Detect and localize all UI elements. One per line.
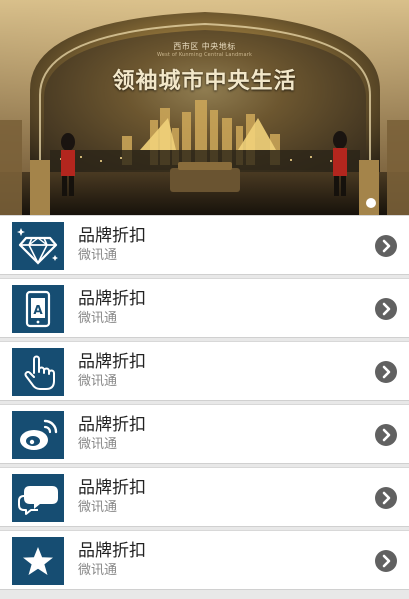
list-item[interactable]: 品牌折扣 微讯通 (0, 215, 409, 275)
list-item-title: 品牌折扣 (78, 289, 146, 309)
list-item-subtitle: 微讯通 (78, 374, 118, 389)
chevron-right-icon[interactable] (375, 487, 397, 509)
carousel-indicator-dot[interactable] (366, 198, 376, 208)
list-item[interactable]: 品牌折扣 微讯通 (0, 404, 409, 464)
chevron-right-icon[interactable] (375, 298, 397, 320)
chevron-right-icon[interactable] (375, 424, 397, 446)
chevron-right-icon[interactable] (375, 235, 397, 257)
list-item[interactable]: A 品牌折扣 微讯通 (0, 278, 409, 338)
diamond-icon (12, 222, 64, 270)
tablet-icon: A (12, 285, 64, 333)
svg-text:A: A (33, 303, 43, 317)
chat-bubbles-icon (12, 474, 64, 522)
weibo-icon (12, 411, 64, 459)
banner-image (0, 0, 409, 215)
list-item-title: 品牌折扣 (78, 352, 146, 372)
pointing-hand-icon (12, 348, 64, 396)
page: 西市区 中央地标 West of Kunming Central Landmar… (0, 0, 409, 599)
list-item-subtitle: 微讯通 (78, 248, 118, 263)
list-item-subtitle: 微讯通 (78, 500, 118, 515)
banner-subtitle: 西市区 中央地标 (173, 42, 236, 51)
banner-carousel[interactable]: 西市区 中央地标 West of Kunming Central Landmar… (0, 0, 409, 215)
chevron-right-icon[interactable] (375, 361, 397, 383)
list-item-subtitle: 微讯通 (78, 437, 118, 452)
chevron-right-icon[interactable] (375, 550, 397, 572)
menu-list: 品牌折扣 微讯通 A 品牌折扣 微讯通 品牌折扣 微讯通 品牌折扣 微讯通 品牌… (0, 215, 409, 593)
list-item-subtitle: 微讯通 (78, 311, 118, 326)
list-item-title: 品牌折扣 (78, 541, 146, 561)
banner-subtitle-english: West of Kunming Central Landmark (156, 52, 253, 58)
list-item-title: 品牌折扣 (78, 415, 146, 435)
list-item-title: 品牌折扣 (78, 478, 146, 498)
banner-title: 领袖城市中央生活 (112, 68, 297, 94)
list-item[interactable]: 品牌折扣 微讯通 (0, 467, 409, 527)
list-item-title: 品牌折扣 (78, 226, 146, 246)
list-item[interactable]: 品牌折扣 微讯通 (0, 341, 409, 401)
list-item-subtitle: 微讯通 (78, 563, 118, 578)
list-item[interactable]: 品牌折扣 微讯通 (0, 530, 409, 590)
star-icon (12, 537, 64, 585)
